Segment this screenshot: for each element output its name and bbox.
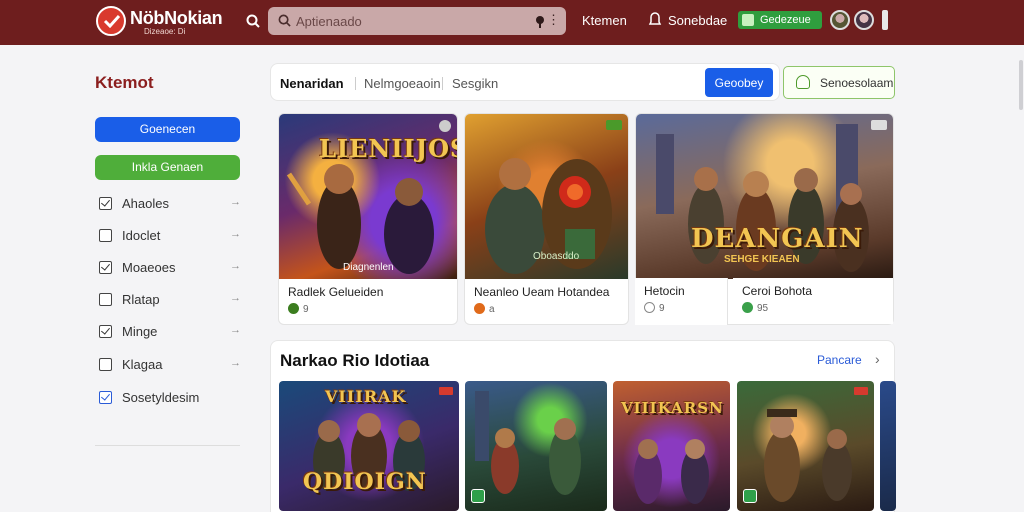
voice-search-icon[interactable] [532, 13, 548, 29]
game-art-figures [764, 409, 852, 502]
avatar[interactable] [854, 10, 874, 30]
outline-action-button[interactable]: Senoesolaam [783, 66, 895, 99]
game-art: Oboasddo [465, 114, 628, 279]
checkbox[interactable] [99, 358, 112, 371]
see-all-link[interactable]: Pancare [817, 353, 862, 367]
search-icon [278, 14, 291, 27]
tab-2[interactable]: Nelmgoeaoin [364, 76, 441, 91]
game-tile[interactable]: VIIIRAK QDIOIGN [279, 381, 459, 511]
arrow-right-icon: → [230, 357, 241, 369]
badge-icon [871, 120, 887, 130]
tab-3[interactable]: Sesgikn [452, 76, 498, 91]
sidebar-title: Ktemot [95, 73, 154, 92]
card-title: Neanleo Ueam Hotandea [474, 285, 610, 299]
divider [95, 445, 240, 446]
sidebar-item[interactable]: Klagaa → [95, 354, 245, 376]
user-icon [796, 75, 810, 89]
avatar[interactable] [830, 10, 850, 30]
card-meta: a [474, 303, 495, 315]
section-panel: Narkao Rio Idotiaa Pancare › VIIIRAK QDI… [270, 340, 896, 512]
divider [355, 77, 356, 90]
card-footer[interactable]: Ceroi Bohota 95 [733, 278, 893, 324]
game-card[interactable]: LIENIIJOSA Diagnenlen Radlek Gelueiden 9 [278, 113, 458, 325]
arrow-right-icon: → [230, 324, 241, 336]
divider [442, 77, 443, 90]
game-tile[interactable] [465, 381, 607, 511]
tab-active[interactable]: Nenaridan [280, 76, 344, 91]
scrollbar[interactable] [1019, 60, 1023, 110]
search-icon[interactable] [246, 14, 260, 28]
checkbox[interactable] [99, 391, 112, 404]
sidebar-primary-button[interactable]: Goenecen [95, 117, 240, 142]
store-badge-icon [743, 489, 757, 503]
game-card[interactable]: Oboasddo Neanleo Ueam Hotandea a [464, 113, 629, 325]
badge-icon [439, 120, 451, 132]
nav-link-2[interactable]: Sonebdae [668, 13, 727, 28]
pill-icon [742, 14, 754, 26]
game-tile[interactable] [737, 381, 874, 511]
rating-icon [742, 302, 753, 313]
badge-icon [854, 387, 868, 395]
logo-subtitle: Dizeaoe: Di [144, 27, 186, 36]
top-bar: NöbNokian Dizeaoe: Di ⋮ Ktemen Sonebdae … [0, 0, 1024, 45]
search-box[interactable]: ⋮ [268, 7, 566, 35]
section-title: Narkao Rio Idotiaa [280, 351, 430, 370]
search-input[interactable] [296, 11, 516, 31]
checkbox[interactable] [99, 261, 112, 274]
card-footer[interactable]: Hetocin 9 [635, 278, 728, 325]
arrow-right-icon: → [230, 228, 241, 240]
checkbox[interactable] [99, 229, 112, 242]
chevron-right-icon[interactable]: › [875, 351, 880, 367]
checkbox[interactable] [99, 325, 112, 338]
checkbox[interactable] [99, 197, 112, 210]
rating-icon [474, 303, 485, 314]
tabs-bar: Nenaridan Nelmgoeaoin Sesgikn Geoobey [270, 63, 780, 101]
game-tile[interactable]: VIIIKARSN [613, 381, 730, 511]
badge-icon [606, 120, 622, 130]
green-pill-button[interactable]: Gedezeue [738, 11, 822, 29]
arrow-right-icon: → [230, 292, 241, 304]
badge-icon [439, 387, 453, 395]
sidebar-item[interactable]: Moaeoes → [95, 257, 245, 279]
sidebar-item[interactable]: Idoclet → [95, 225, 245, 247]
nav-link-1[interactable]: Ktemen [582, 13, 627, 28]
rating-icon [288, 303, 299, 314]
more-icon[interactable]: ⋮ [547, 12, 560, 28]
game-art: LIENIIJOSA Diagnenlen [279, 114, 457, 279]
logo-icon[interactable] [96, 6, 126, 36]
rating-icon [644, 302, 655, 313]
store-badge-icon [471, 489, 485, 503]
notification-icon[interactable] [648, 11, 662, 27]
sidebar-item[interactable]: Ahaoles → [95, 193, 245, 215]
sidebar-item[interactable]: Minge → [95, 321, 245, 343]
sidebar-item[interactable]: Sosetyldesim [95, 387, 245, 409]
sidebar-item[interactable]: Rlataр → [95, 289, 245, 311]
checkbox[interactable] [99, 293, 112, 306]
menu-icon[interactable] [882, 10, 888, 30]
arrow-right-icon: → [230, 196, 241, 208]
tabs-action-button[interactable]: Geoobey [705, 68, 773, 97]
game-art: DEANGAIN SEHGE KIEAEN [636, 114, 893, 279]
logo-text[interactable]: NöbNokian [130, 8, 223, 29]
game-art-figures [475, 391, 581, 495]
card-meta: 9 [288, 303, 309, 315]
arrow-right-icon: → [230, 260, 241, 272]
game-tile[interactable] [880, 381, 896, 511]
sidebar-secondary-button[interactable]: Inkla Genaen [95, 155, 240, 180]
card-title: Radlek Gelueiden [288, 285, 384, 299]
